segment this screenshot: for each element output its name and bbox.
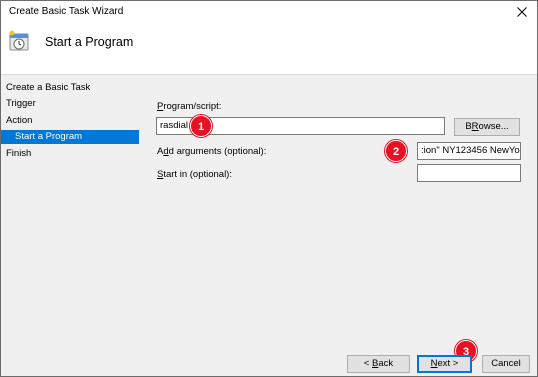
add-arguments-label: Add arguments (optional): xyxy=(157,146,267,157)
wizard-steps: Create a Basic Task Trigger Action Start… xyxy=(1,75,141,355)
browse-button[interactable]: BRowse... xyxy=(454,118,520,136)
add-arguments-input[interactable]: :ion" NY123456 NewYork xyxy=(417,142,521,160)
step-start-a-program: Start a Program xyxy=(1,130,139,144)
step-action: Action xyxy=(6,115,33,126)
window-title: Create Basic Task Wizard xyxy=(9,6,124,17)
step-trigger: Trigger xyxy=(6,98,36,109)
callout-badge-2: 2 xyxy=(385,140,407,162)
program-script-label: Program/script: xyxy=(157,101,222,112)
wizard-header: Start a Program xyxy=(1,23,537,75)
close-icon xyxy=(517,7,527,17)
close-button[interactable] xyxy=(507,1,537,23)
task-scheduler-clock-icon xyxy=(9,30,29,51)
back-button[interactable]: < Back xyxy=(347,355,410,373)
start-in-label: Start in (optional): xyxy=(157,169,232,180)
wizard-window: Create Basic Task Wizard Start a Program… xyxy=(0,0,538,377)
start-in-input[interactable] xyxy=(417,164,521,182)
cancel-button[interactable]: Cancel xyxy=(482,355,530,373)
title-bar: Create Basic Task Wizard xyxy=(1,1,537,23)
step-create-basic-task: Create a Basic Task xyxy=(6,82,91,93)
next-button[interactable]: Next > xyxy=(417,355,472,373)
page-title: Start a Program xyxy=(45,35,134,49)
callout-badge-1: 1 xyxy=(190,115,212,137)
step-finish: Finish xyxy=(6,148,32,159)
